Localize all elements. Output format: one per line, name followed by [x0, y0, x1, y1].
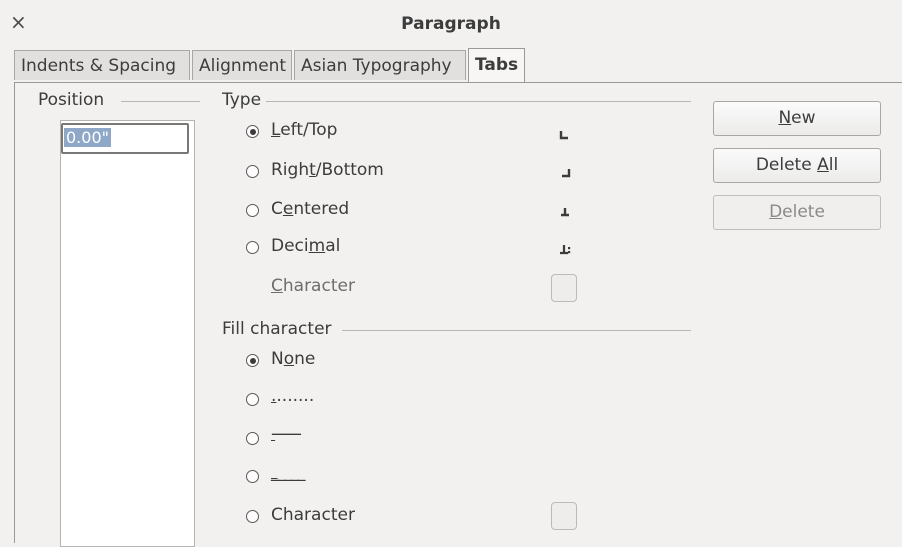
right-tab-icon — [558, 166, 572, 180]
fill-divider — [342, 330, 691, 331]
fill-section-label: Fill character — [222, 319, 332, 339]
left-top-label[interactable]: Left/Top — [271, 120, 337, 140]
left-top-radio[interactable] — [246, 125, 259, 138]
tab-alignment[interactable]: Alignment — [192, 50, 292, 80]
position-list[interactable] — [60, 120, 195, 547]
right-bottom-radio[interactable] — [246, 165, 259, 178]
fill-none-label[interactable]: None — [271, 349, 315, 369]
fill-none-radio[interactable] — [246, 354, 259, 367]
fill-character-radio[interactable] — [246, 510, 259, 523]
left-tab-icon — [558, 128, 572, 142]
new-button[interactable]: New — [713, 101, 881, 136]
fill-character-field[interactable] — [551, 502, 577, 530]
delete-all-button[interactable]: Delete All — [713, 148, 881, 183]
decimal-label[interactable]: Decimal — [271, 236, 340, 256]
fill-dashes-label[interactable]: ------- — [271, 424, 302, 444]
type-character-label: Character — [271, 276, 355, 296]
centered-tab-icon — [558, 205, 572, 219]
centered-radio[interactable] — [246, 204, 259, 217]
right-bottom-label[interactable]: Right/Bottom — [271, 160, 384, 180]
decimal-tab-icon — [558, 243, 572, 257]
position-value[interactable]: 0.00" — [64, 128, 111, 147]
type-character-field[interactable] — [551, 274, 577, 302]
delete-button[interactable]: Delete — [713, 195, 881, 230]
decimal-radio[interactable] — [246, 241, 259, 254]
dialog-title: Paragraph — [401, 14, 501, 34]
position-divider — [121, 101, 200, 102]
fill-dots-radio[interactable] — [246, 393, 259, 406]
position-label: Position — [38, 90, 105, 110]
centered-label[interactable]: Centered — [271, 199, 349, 219]
fill-dashes-radio[interactable] — [246, 432, 259, 445]
fill-underscore-radio[interactable] — [246, 470, 259, 483]
tab-asian-typography[interactable]: Asian Typography — [294, 50, 466, 80]
position-input[interactable]: 0.00" — [61, 123, 189, 154]
tab-indents-spacing[interactable]: Indents & Spacing — [14, 50, 190, 80]
fill-dots-label[interactable]: ........ — [271, 386, 314, 406]
type-section-label: Type — [222, 90, 262, 110]
type-divider — [266, 101, 691, 102]
title-bar: × Paragraph — [0, 0, 902, 46]
fill-character-label[interactable]: Character — [271, 505, 355, 525]
fill-underscore-label[interactable]: _____ — [271, 462, 306, 482]
tab-tabs[interactable]: Tabs — [468, 48, 525, 82]
